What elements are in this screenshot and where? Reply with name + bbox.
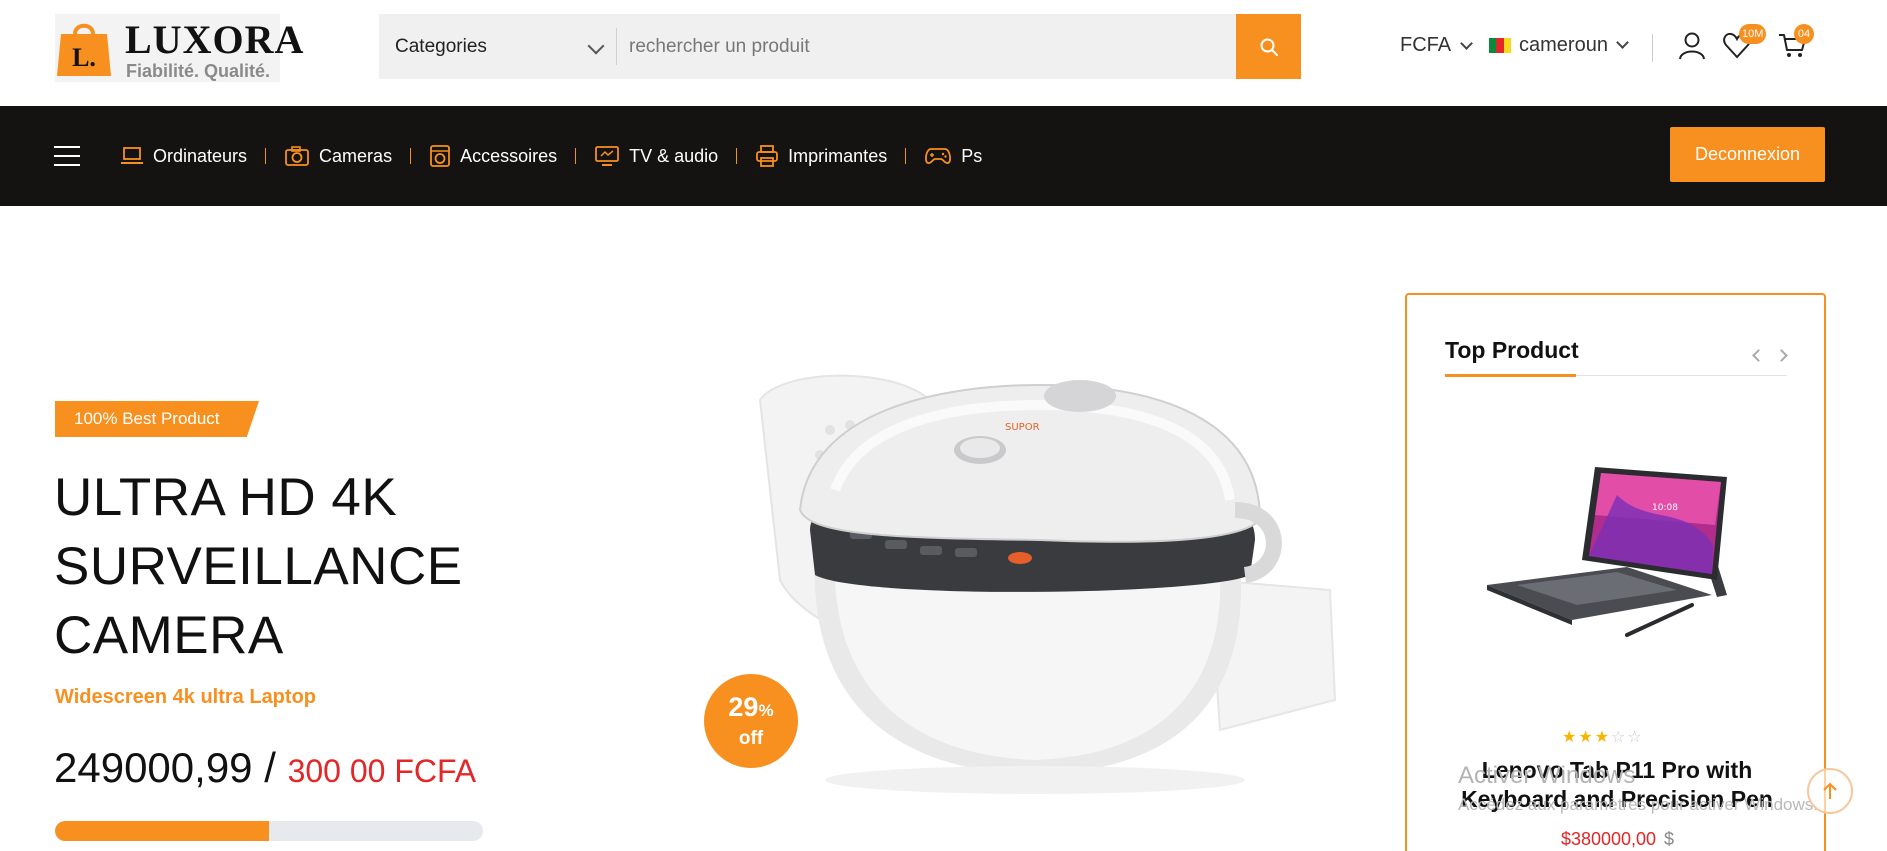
- logout-button[interactable]: Deconnexion: [1670, 127, 1825, 182]
- activation-watermark-title: Activer Windows: [1458, 762, 1636, 789]
- camera-icon: [285, 146, 309, 166]
- nav-divider: [575, 148, 577, 164]
- price-separator: /: [252, 744, 288, 791]
- top-header: L. LUXORA Fiabilité. Qualité. Categories…: [0, 0, 1887, 106]
- current-price: 249000,99: [54, 744, 253, 791]
- price-currency: $: [1664, 829, 1675, 849]
- page: L. LUXORA Fiabilité. Qualité. Categories…: [0, 0, 1887, 851]
- nav-item-cameras[interactable]: Cameras: [284, 145, 392, 167]
- chevron-left-icon[interactable]: [1752, 349, 1765, 362]
- laptop-icon: [121, 147, 143, 164]
- category-nav: Ordinateurs Cameras Accessoires TV & aud…: [0, 106, 1887, 206]
- shopping-bag-logo-icon: L.: [57, 23, 111, 76]
- hero-price: 249000,99 / 300 00 FCFA: [54, 744, 476, 792]
- top-product-title: Top Product: [1445, 337, 1579, 363]
- star-empty-icon: ☆: [1611, 729, 1628, 746]
- nav-items: Ordinateurs Cameras Accessoires TV & aud…: [120, 106, 982, 206]
- cart-count-badge: 04: [1794, 24, 1814, 44]
- top-product-price: $380000,00: [1560, 829, 1657, 849]
- rating-stars: ★★★☆☆: [1562, 727, 1644, 747]
- discount-badge: 29% off: [704, 674, 798, 768]
- progress-fill: [55, 821, 269, 841]
- nav-item-ordinateurs[interactable]: Ordinateurs: [120, 146, 247, 167]
- star-filled-icon: ★: [1578, 729, 1595, 746]
- currency-label: FCFA: [1400, 34, 1452, 56]
- star-filled-icon: ★: [1594, 729, 1612, 746]
- hero-title-line: ULTRA HD 4K: [54, 468, 398, 527]
- nav-divider: [410, 148, 412, 164]
- nav-item-accessoires[interactable]: Accessoires: [429, 144, 557, 168]
- hero-title: ULTRA HD 4K SURVEILLANCE CAMERA: [54, 463, 614, 670]
- search-icon: [1260, 38, 1278, 56]
- cart-button[interactable]: 04: [1777, 24, 1814, 62]
- nav-item-label: Cameras: [319, 145, 393, 166]
- nav-item-ps[interactable]: Ps: [924, 146, 982, 167]
- printer-icon: [756, 145, 779, 167]
- hamburger-menu-icon[interactable]: [54, 146, 80, 166]
- discount-number: 29: [728, 692, 759, 722]
- washing-machine-icon: [430, 145, 450, 167]
- account-button[interactable]: [1677, 30, 1709, 62]
- wishlist-count-badge: 10M: [1739, 24, 1767, 44]
- old-price: 300 00 FCFA: [287, 753, 477, 789]
- nav-item-label: Imprimantes: [788, 145, 888, 166]
- search-input[interactable]: [629, 14, 1209, 79]
- tv-icon: [595, 146, 620, 166]
- nav-item-label: Accessoires: [460, 145, 558, 166]
- discount-value: 29%: [704, 692, 798, 723]
- search-divider: [616, 28, 617, 65]
- cameroon-flag-icon: [1489, 38, 1511, 53]
- brand-tagline: Fiabilité. Qualité.: [126, 61, 271, 81]
- gamepad-icon: [925, 148, 952, 165]
- star-empty-icon: ☆: [1627, 729, 1644, 746]
- arrow-up-icon: [1823, 782, 1837, 799]
- chevron-down-icon: [587, 37, 605, 55]
- activation-watermark-subtitle: Accédez aux paramètres pour activer Wind…: [1458, 795, 1818, 814]
- discount-percent: %: [758, 701, 774, 720]
- hero-title-line: CAMERA: [54, 606, 284, 665]
- brand-name: LUXORA: [125, 17, 305, 62]
- discount-label: off: [738, 728, 764, 749]
- best-product-badge: 100% Best Product: [55, 401, 259, 437]
- nav-item-imprimantes[interactable]: Imprimantes: [755, 144, 887, 168]
- svg-text:SUPOR: SUPOR: [1005, 422, 1040, 433]
- header-divider: [1652, 34, 1653, 62]
- category-select[interactable]: Categories: [379, 14, 616, 79]
- svg-text:10:08: 10:08: [1652, 503, 1678, 513]
- scroll-to-top-button[interactable]: [1807, 768, 1853, 814]
- top-product-price-row: $380000,00 $: [1407, 829, 1828, 850]
- nav-divider: [905, 148, 907, 164]
- luxora-logo[interactable]: L. LUXORA Fiabilité. Qualité.: [55, 14, 303, 82]
- star-filled-icon: ★: [1562, 729, 1579, 746]
- rice-cooker-image: SUPOR: [758, 374, 1337, 794]
- wishlist-button[interactable]: 10M: [1722, 24, 1767, 62]
- currency-select[interactable]: FCFA: [1400, 34, 1473, 57]
- nav-item-tv-audio[interactable]: TV & audio: [594, 145, 718, 167]
- country-label: cameroun: [1519, 34, 1608, 56]
- nav-item-label: Ps: [961, 145, 983, 166]
- chevron-down-icon: [1616, 36, 1629, 49]
- nav-divider: [736, 148, 738, 164]
- nav-item-label: Ordinateurs: [153, 145, 248, 166]
- chevron-down-icon: [1460, 37, 1473, 50]
- title-underline-accent: [1445, 374, 1576, 377]
- chevron-right-icon[interactable]: [1775, 349, 1788, 362]
- nav-item-label: TV & audio: [629, 145, 719, 166]
- hero-title-line: SURVEILLANCE: [54, 537, 463, 596]
- hero-subtitle: Widescreen 4k ultra Laptop: [55, 686, 316, 708]
- tablet-with-keyboard-image: 10:08: [1487, 467, 1727, 637]
- country-select[interactable]: cameroun: [1489, 34, 1629, 57]
- search-bar: Categories: [379, 14, 1301, 79]
- user-icon: [1679, 32, 1705, 60]
- search-button[interactable]: [1236, 14, 1301, 79]
- nav-divider: [265, 148, 267, 164]
- logo-letter: L.: [72, 43, 96, 72]
- category-select-label: Categories: [395, 35, 487, 57]
- stock-progress-bar: [55, 821, 483, 841]
